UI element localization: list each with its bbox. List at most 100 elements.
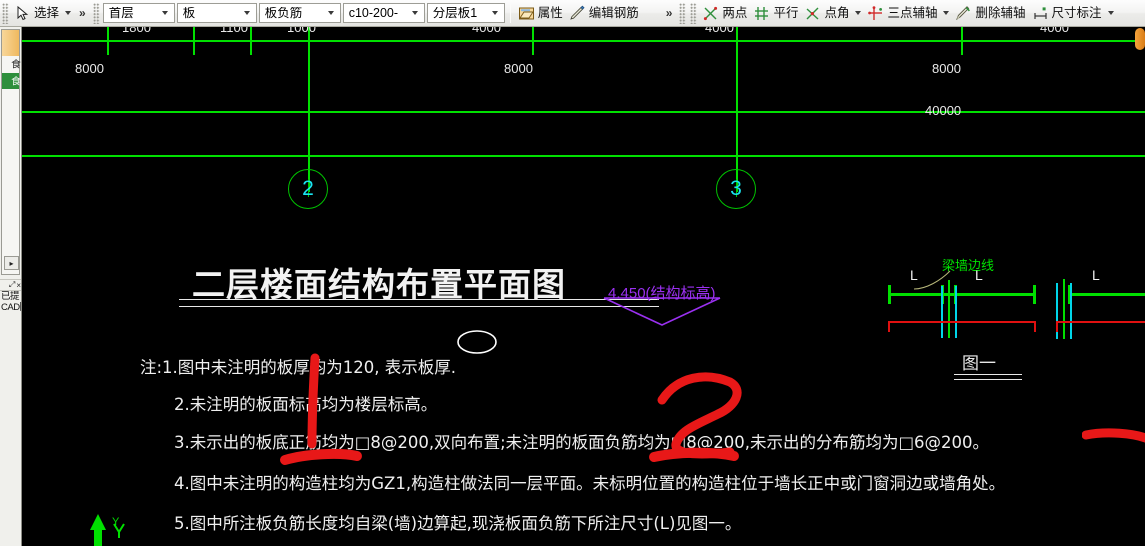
detail-caption-underline-2 — [954, 379, 1022, 380]
parallel-axis-label: 平行 — [773, 5, 799, 20]
detail-wall-line-c4 — [1070, 283, 1072, 339]
sidebar-item-plain[interactable]: 食 — [2, 56, 20, 73]
title-underline-2 — [179, 306, 659, 307]
detail-caption-underline-1 — [954, 374, 1022, 375]
detail-wall-line-g2 — [1063, 279, 1065, 339]
point-angle-button[interactable]: 点角 — [801, 2, 864, 24]
gld-cad-window: 选择 » 首层 板 板负筋 c10-200- 分层板1 属性 编辑钢筋 » 两点… — [0, 0, 1145, 546]
axis-bubble-2[interactable]: 2 — [288, 169, 328, 209]
dim-8000-left: 8000 — [75, 61, 104, 76]
axis-bubble-2-label: 2 — [302, 177, 314, 200]
note-3: 3.未示出的板底正筋均为□8@200,双向布置;未注明的板面负筋均为□8@200… — [174, 433, 990, 452]
toolbar-grip-2[interactable] — [92, 2, 100, 24]
detail-wall-line-c2 — [955, 286, 957, 338]
point-angle-icon — [806, 7, 819, 20]
grid-line-h1 — [22, 40, 1145, 42]
edit-rebar-label: 编辑钢筋 — [588, 5, 639, 20]
sidebar-expand-button[interactable]: ▸ — [4, 256, 19, 270]
ellipse-annotation-icon — [457, 330, 497, 354]
rebar-spec-select[interactable]: c10-200- — [342, 3, 425, 23]
chevron-down-icon[interactable] — [943, 11, 950, 15]
axis-line-2 — [308, 27, 310, 192]
red-pen-mark-far-right — [1082, 428, 1145, 443]
rebar-spec-select-value: c10-200- — [348, 6, 399, 20]
dim-8000-right: 8000 — [932, 61, 961, 76]
dimension-button[interactable]: 尺寸标注 — [1029, 2, 1117, 24]
dim-tick-3 — [250, 27, 252, 55]
chevron-down-icon[interactable] — [408, 11, 422, 15]
floor-select-value: 首层 — [108, 6, 134, 20]
two-point-axis-label: 两点 — [722, 5, 748, 20]
floor-select[interactable]: 首层 — [102, 3, 175, 23]
dim-1800: 1800 — [122, 27, 151, 35]
chevron-down-icon[interactable] — [1107, 11, 1114, 15]
layer-select[interactable]: 分层板1 — [426, 3, 505, 23]
rebar-type-select-value: 板负筋 — [264, 6, 303, 20]
sidebar-item-active[interactable]: 食 — [2, 72, 20, 89]
cursor-icon — [17, 5, 29, 20]
layer-select-value: 分层板1 — [432, 6, 478, 20]
vertical-scrollbar-thumb[interactable] — [1135, 28, 1145, 50]
detail-dim-line-left — [888, 293, 1036, 296]
select-tool-button[interactable]: 选择 — [11, 2, 74, 24]
detail-rebar-left-hook1 — [888, 321, 890, 332]
panel-float-icon[interactable]: ⤢ — [9, 280, 15, 290]
dim-1100: 1100 — [220, 27, 248, 35]
note-5: 5.图中所注板负筋长度均自梁(墙)边算起,现浇板面负筋下所注尺寸(L)见图一。 — [174, 514, 742, 533]
sidebar-status-line-2: CAD图 — [1, 302, 21, 313]
three-point-aux-axis-label: 三点辅轴 — [887, 5, 938, 20]
note-2: 2.未注明的板面标高均为楼层标高。 — [174, 395, 438, 414]
ucs-axis-icon — [90, 514, 125, 546]
properties-button[interactable]: 属性 — [515, 2, 566, 24]
sidebar-item-active-label: 食 — [9, 75, 20, 86]
axis-line-3 — [736, 27, 738, 192]
cad-drawing-canvas[interactable]: 1800 1100 1000 4000 4000 4000 8000 8000 … — [22, 27, 1145, 546]
parallel-axis-button[interactable]: 平行 — [750, 2, 801, 24]
chevron-down-icon[interactable] — [855, 11, 862, 15]
two-point-axis-icon — [704, 6, 718, 20]
chevron-down-icon[interactable] — [488, 11, 502, 15]
detail-edge-line-label: 梁墙边线 — [942, 259, 995, 274]
sidebar-item-plain-label: 食 — [9, 59, 20, 69]
pencil-icon — [569, 5, 585, 20]
elevation-label: 4.450(结构标高) — [608, 285, 716, 302]
three-point-aux-axis-icon — [868, 5, 883, 20]
left-sidebar: 食 食 ▸ ⤢ × 已提 CAD图 — [0, 27, 22, 546]
delete-aux-axis-label: 删除辅轴 — [975, 5, 1026, 20]
dimension-label: 尺寸标注 — [1051, 5, 1102, 20]
chevron-down-icon[interactable] — [324, 11, 338, 15]
rebar-type-select[interactable]: 板负筋 — [258, 3, 341, 23]
detail-tick-l4 — [1033, 285, 1036, 304]
detail-span-label-2: L — [975, 267, 983, 283]
three-point-aux-axis-button[interactable]: 三点辅轴 — [864, 2, 952, 24]
toolbar-grip-4[interactable] — [690, 2, 698, 24]
sidebar-status-line-1: 已提 — [1, 291, 20, 302]
two-point-axis-button[interactable]: 两点 — [699, 2, 750, 24]
sidebar-tab-pane: 食 食 ▸ — [1, 29, 20, 275]
toolbar-grip-3[interactable] — [679, 2, 687, 24]
note-4: 4.图中未注明的构造柱均为GZ1,构造柱做法同一层平面。未标明位置的构造柱位于墙… — [174, 474, 1006, 493]
parallel-axis-icon — [755, 6, 769, 20]
detail-rebar-left — [888, 321, 1036, 323]
chevron-down-icon[interactable] — [158, 11, 172, 15]
note-1: 注:1.图中未注明的板厚均为120, 表示板厚. — [140, 358, 457, 377]
red-pen-mark-right — [649, 372, 742, 462]
toolbar-overflow-chevron[interactable]: » — [74, 7, 91, 19]
axis-bubble-3[interactable]: 3 — [716, 169, 756, 209]
edit-rebar-button[interactable]: 编辑钢筋 — [566, 2, 642, 24]
chevron-down-icon[interactable] — [65, 11, 72, 15]
toolbar-overflow-chevron-2[interactable]: » — [642, 7, 678, 19]
close-icon[interactable]: × — [16, 281, 21, 290]
detail-rebar-right — [1056, 321, 1145, 323]
detail-caption: 图一 — [962, 354, 996, 374]
delete-aux-axis-button[interactable]: 删除辅轴 — [952, 2, 1028, 24]
dim-tick-5 — [961, 27, 963, 55]
detail-tick-l1 — [888, 285, 891, 304]
sidebar-item-orange[interactable] — [2, 30, 19, 56]
chevron-down-icon[interactable] — [240, 11, 254, 15]
member-type-select[interactable]: 板 — [176, 3, 257, 23]
dim-4000-c: 4000 — [1040, 27, 1069, 35]
dim-tick-2 — [193, 27, 195, 55]
detail-rebar-right-hook1 — [1056, 321, 1058, 332]
toolbar-grip[interactable] — [2, 2, 9, 24]
